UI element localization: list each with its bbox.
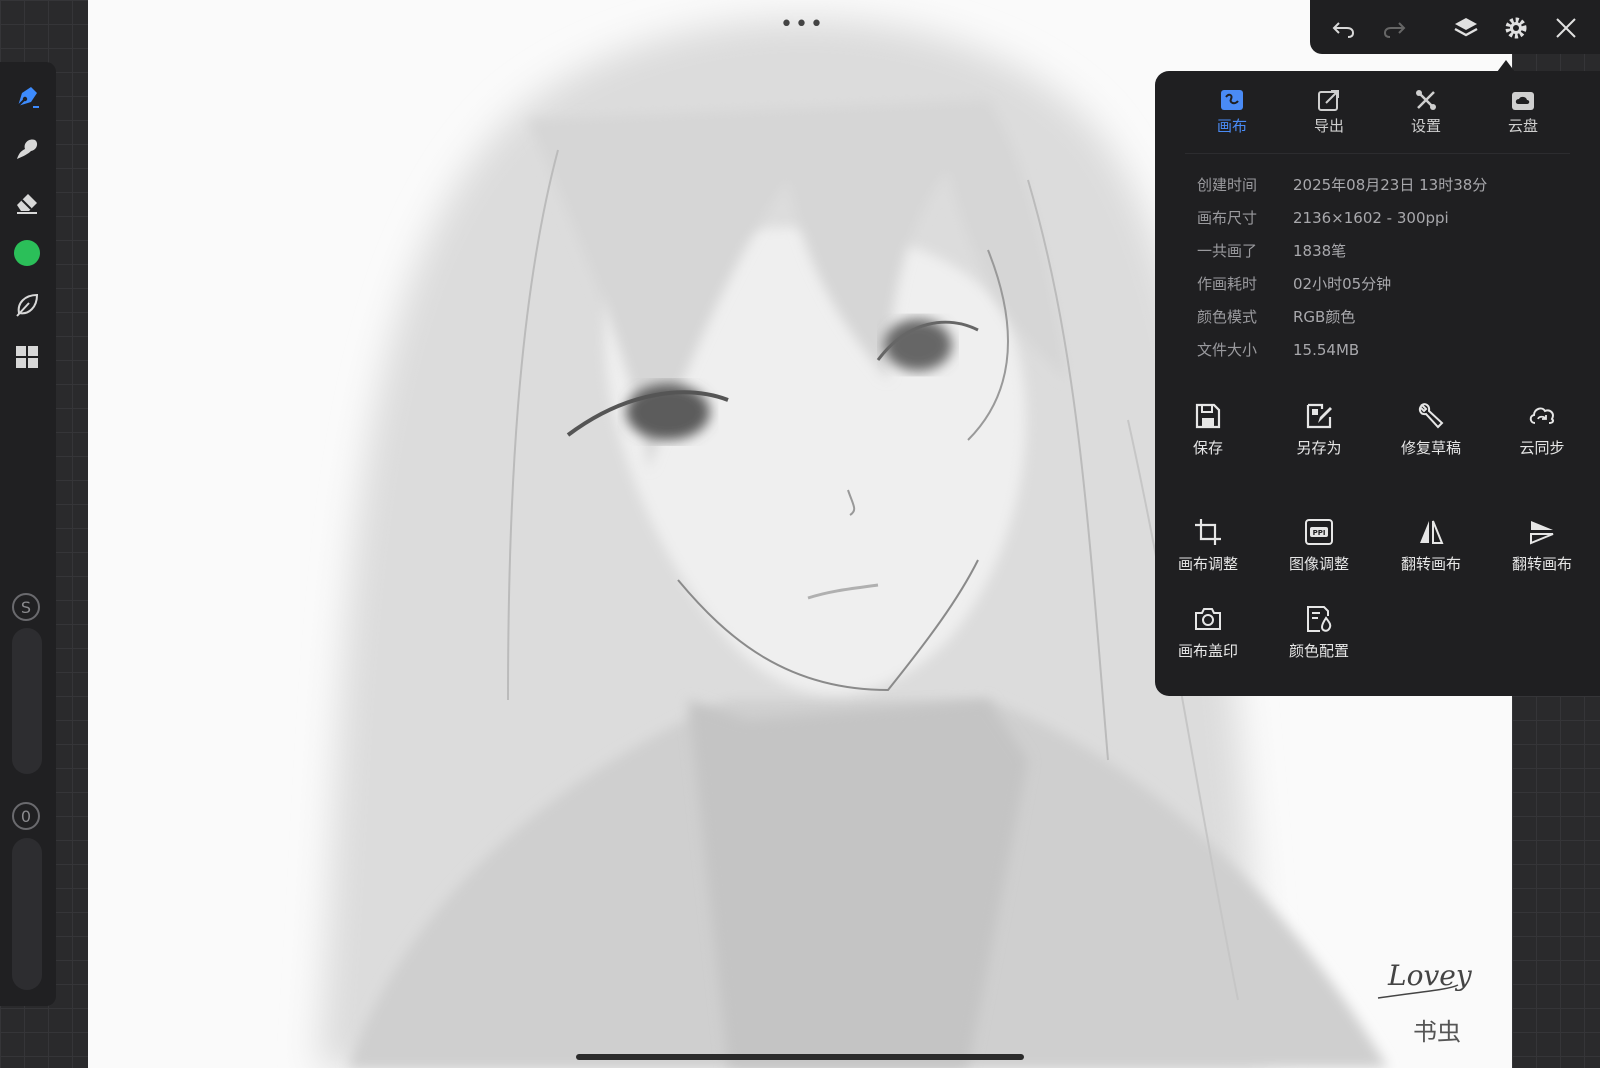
info-row-file-size: 文件大小 15.54MB bbox=[1197, 333, 1577, 366]
smudge-icon[interactable] bbox=[10, 132, 44, 166]
color-profile-button[interactable]: 颜色配置 bbox=[1269, 604, 1369, 661]
action-label: 画布调整 bbox=[1177, 555, 1238, 573]
tab-label: 导出 bbox=[1313, 117, 1344, 135]
pen-icon[interactable] bbox=[10, 80, 44, 114]
save-button[interactable]: 保存 bbox=[1158, 401, 1258, 458]
info-value: 15.54MB bbox=[1293, 340, 1360, 359]
canvas-stamp-button[interactable]: 画布盖印 bbox=[1158, 604, 1258, 661]
info-row-color-mode: 颜色模式 RGB颜色 bbox=[1197, 300, 1577, 333]
export-icon bbox=[1318, 90, 1339, 111]
layers-icon[interactable] bbox=[1450, 12, 1482, 44]
tab-label: 画布 bbox=[1216, 117, 1247, 135]
save-as-icon bbox=[1304, 401, 1334, 431]
info-value: 1838笔 bbox=[1293, 242, 1347, 260]
action-label: 颜色配置 bbox=[1288, 642, 1349, 660]
cloud-sync-button[interactable]: 云同步 bbox=[1492, 401, 1592, 458]
action-label: 图像调整 bbox=[1288, 555, 1349, 573]
flip-vertical-icon bbox=[1527, 517, 1557, 547]
action-label: 画布盖印 bbox=[1177, 642, 1238, 660]
action-label: 修复草稿 bbox=[1400, 439, 1461, 457]
left-toolbar: S 0 bbox=[0, 62, 56, 1006]
flip-vertical-button[interactable]: 翻转画布 bbox=[1492, 517, 1592, 574]
info-key: 作画耗时 bbox=[1197, 275, 1258, 293]
tab-settings[interactable]: 设置 bbox=[1391, 83, 1461, 136]
info-row-strokes: 一共画了 1838笔 bbox=[1197, 234, 1577, 267]
action-label: 翻转画布 bbox=[1400, 555, 1461, 573]
redo-icon[interactable] bbox=[1378, 12, 1410, 44]
undo-icon[interactable] bbox=[1328, 12, 1360, 44]
action-label: 翻转画布 bbox=[1511, 555, 1572, 573]
grid-icon[interactable] bbox=[10, 340, 44, 374]
repair-draft-button[interactable]: 修复草稿 bbox=[1381, 401, 1481, 458]
action-label: 云同步 bbox=[1519, 439, 1565, 457]
opacity-slider[interactable] bbox=[12, 838, 42, 990]
leaf-icon[interactable] bbox=[10, 288, 44, 322]
camera-icon bbox=[1193, 604, 1223, 634]
save-icon bbox=[1193, 401, 1223, 431]
repair-icon bbox=[1416, 401, 1446, 431]
current-color bbox=[14, 240, 40, 266]
tab-label: 设置 bbox=[1410, 117, 1441, 135]
more-options-button[interactable]: ••• bbox=[780, 12, 825, 37]
info-key: 颜色模式 bbox=[1197, 308, 1258, 326]
color-profile-icon bbox=[1304, 604, 1334, 634]
info-key: 一共画了 bbox=[1197, 242, 1258, 260]
panel-tabs: 画布 导出 设置 云盘 bbox=[1155, 83, 1600, 143]
info-key: 画布尺寸 bbox=[1197, 209, 1258, 227]
cloud-sync-icon bbox=[1527, 401, 1557, 431]
color-swatch[interactable] bbox=[10, 236, 44, 270]
flip-horizontal-icon bbox=[1416, 517, 1446, 547]
canvas-adjust-button[interactable]: 画布调整 bbox=[1158, 517, 1258, 574]
divider bbox=[1185, 153, 1570, 154]
info-value: 02小时05分钟 bbox=[1293, 275, 1392, 293]
top-toolbar bbox=[1310, 0, 1600, 54]
info-key: 文件大小 bbox=[1197, 341, 1258, 359]
size-slider[interactable] bbox=[12, 628, 42, 774]
signature-line1: Lovey bbox=[1387, 959, 1473, 992]
save-as-button[interactable]: 另存为 bbox=[1269, 401, 1369, 458]
flip-horizontal-button[interactable]: 翻转画布 bbox=[1381, 517, 1481, 574]
svg-text:PPI: PPI bbox=[1313, 529, 1326, 537]
ppi-icon: PPI bbox=[1304, 517, 1334, 547]
tab-canvas[interactable]: 画布 bbox=[1197, 83, 1267, 136]
home-indicator bbox=[576, 1054, 1024, 1060]
tab-export[interactable]: 导出 bbox=[1294, 83, 1364, 136]
crop-icon bbox=[1193, 517, 1223, 547]
canvas-icon bbox=[1221, 90, 1243, 110]
canvas-info-panel: 画布 导出 设置 云盘 创建时间 2025年08月23日 13时38分 画布尺寸 2… bbox=[1155, 71, 1600, 696]
info-row-created: 创建时间 2025年08月23日 13时38分 bbox=[1197, 168, 1577, 201]
info-value: 2025年08月23日 13时38分 bbox=[1293, 176, 1488, 194]
action-label: 保存 bbox=[1192, 439, 1223, 457]
size-badge: S bbox=[12, 593, 40, 621]
tab-label: 云盘 bbox=[1507, 117, 1538, 135]
opacity-badge: 0 bbox=[12, 802, 40, 830]
cloud-drive-icon bbox=[1512, 92, 1534, 110]
info-value: 2136×1602 - 300ppi bbox=[1293, 208, 1449, 227]
tab-cloud-drive[interactable]: 云盘 bbox=[1488, 83, 1558, 136]
info-row-size: 画布尺寸 2136×1602 - 300ppi bbox=[1197, 201, 1577, 234]
action-label: 另存为 bbox=[1296, 439, 1342, 457]
eraser-icon[interactable] bbox=[10, 184, 44, 218]
canvas-info-list: 创建时间 2025年08月23日 13时38分 画布尺寸 2136×1602 - 3… bbox=[1197, 168, 1577, 366]
gear-icon[interactable] bbox=[1500, 12, 1532, 44]
info-row-duration: 作画耗时 02小时05分钟 bbox=[1197, 267, 1577, 300]
image-adjust-button[interactable]: PPI 图像调整 bbox=[1269, 517, 1369, 574]
info-value: RGB颜色 bbox=[1293, 308, 1356, 326]
settings-icon bbox=[1416, 90, 1436, 110]
info-key: 创建时间 bbox=[1197, 176, 1258, 194]
signature-line2: 书虫 bbox=[1413, 1018, 1461, 1046]
close-icon[interactable] bbox=[1550, 12, 1582, 44]
